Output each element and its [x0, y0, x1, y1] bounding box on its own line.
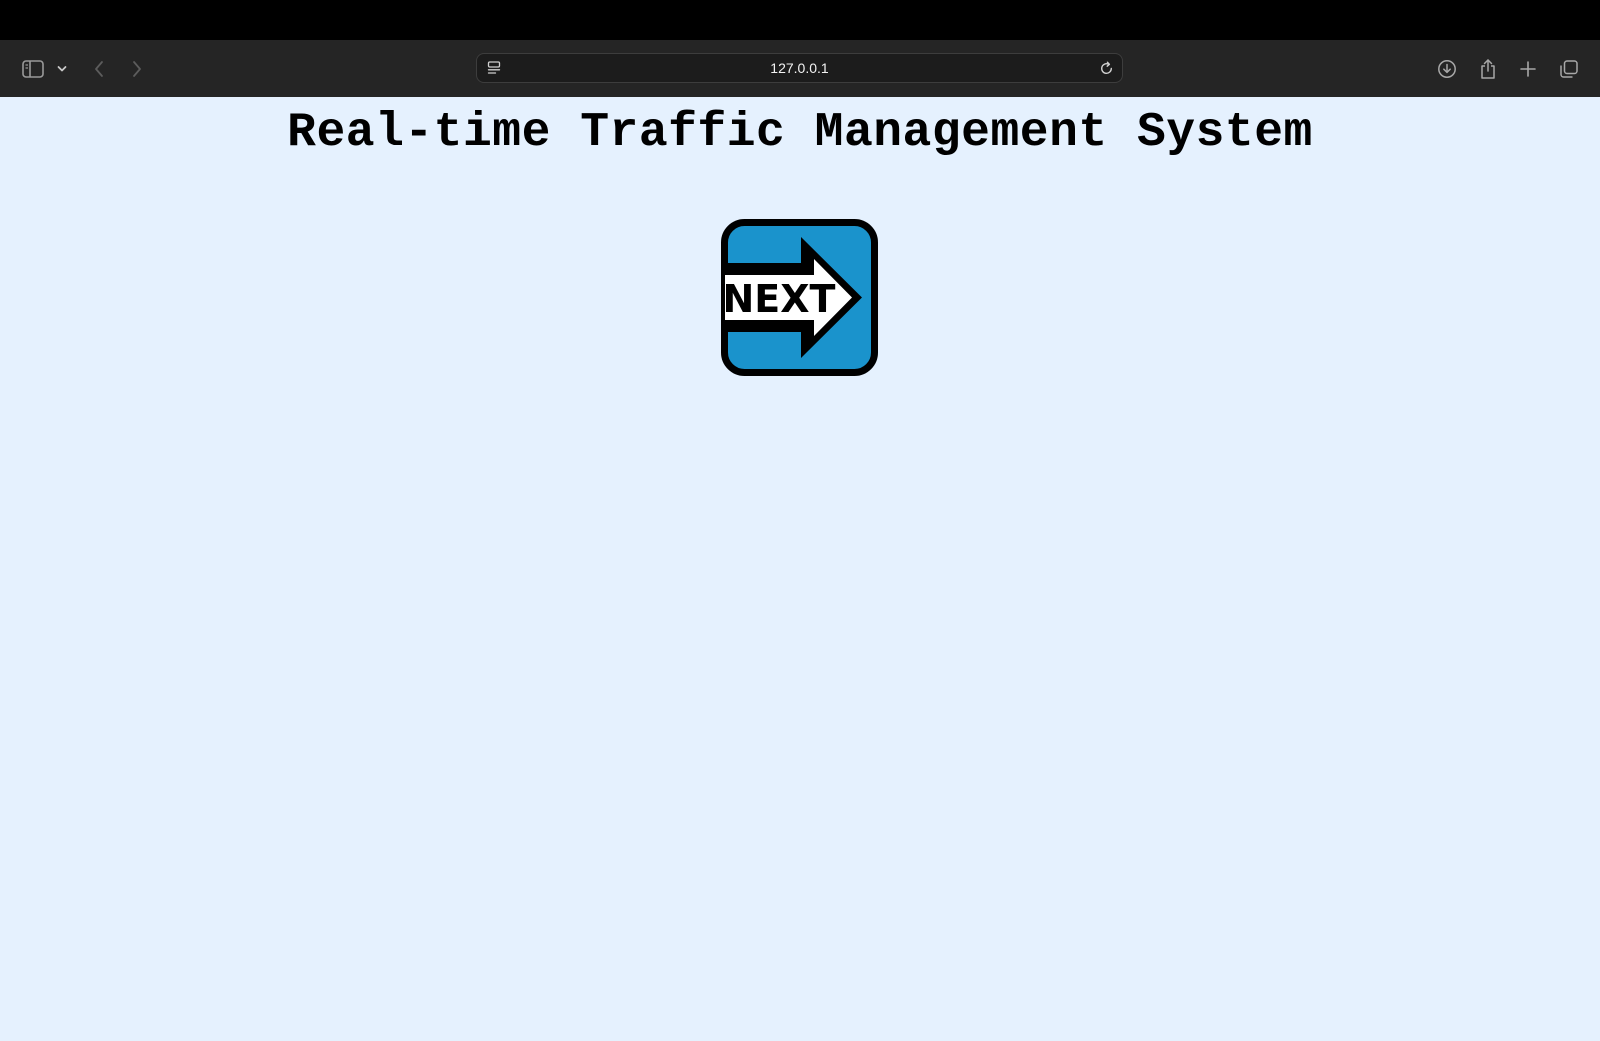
screen-top-bar — [0, 0, 1600, 40]
sidebar-icon[interactable] — [18, 40, 48, 97]
page-content: Real-time Traffic Management System NEXT — [0, 97, 1600, 1041]
arrow-right-icon: NEXT — [721, 219, 878, 376]
back-chevron-left-icon[interactable] — [88, 40, 110, 97]
next-button[interactable]: NEXT — [721, 219, 878, 376]
download-icon[interactable] — [1433, 40, 1461, 97]
url-text[interactable]: 127.0.0.1 — [477, 54, 1122, 82]
next-button-label: NEXT — [723, 277, 836, 321]
address-bar[interactable]: 127.0.0.1 — [476, 53, 1123, 83]
chevron-down-icon[interactable] — [54, 40, 70, 97]
page-title: Real-time Traffic Management System — [287, 106, 1313, 160]
tabs-icon[interactable] — [1555, 40, 1583, 97]
reload-icon[interactable] — [1096, 54, 1116, 82]
forward-chevron-right-icon[interactable] — [126, 40, 148, 97]
share-icon[interactable] — [1474, 40, 1502, 97]
plus-icon[interactable] — [1514, 40, 1542, 97]
